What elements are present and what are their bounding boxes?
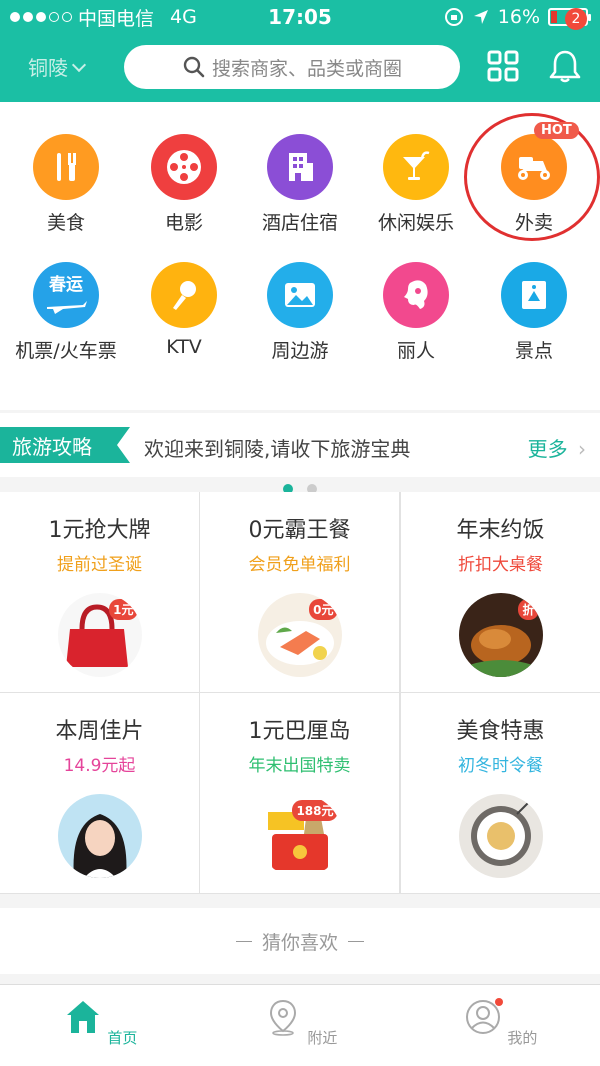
- roast-chicken-icon: 折: [458, 593, 543, 677]
- promo-badge: 折: [518, 599, 539, 620]
- more-label: 更多: [527, 437, 568, 461]
- location-arrow-icon: [473, 10, 488, 24]
- city-name: 铜陵: [28, 56, 68, 80]
- promo-title: 0元霸王餐: [248, 518, 351, 543]
- category-label: 周边游: [271, 340, 329, 362]
- tab-nearby[interactable]: 附近: [240, 997, 360, 1048]
- promo-subtitle: 会员免单福利: [248, 555, 351, 575]
- category-label: 酒店住宿: [261, 212, 338, 234]
- promo-title: 年末约饭: [456, 518, 545, 543]
- promo-badge: 0元: [309, 599, 338, 620]
- woman-head-icon: [383, 262, 449, 328]
- travel-guide-text: 欢迎来到铜陵,请收下旅游宝典: [144, 437, 411, 461]
- red-envelope-icon: 188元: [257, 794, 342, 878]
- ticket-icon: [501, 262, 567, 328]
- fork-knife-icon: [33, 134, 99, 200]
- top-header: 铜陵 搜索商家、品类或商圈: [0, 34, 600, 102]
- orientation-lock-icon: [444, 8, 463, 26]
- promo-badge: 1元: [109, 599, 138, 620]
- travel-guide-bar[interactable]: 旅游攻略 欢迎来到铜陵,请收下旅游宝典 更多 ›: [0, 413, 600, 477]
- tab-home[interactable]: 首页: [40, 997, 160, 1048]
- category-cocktail[interactable]: 休闲娱乐: [356, 134, 476, 235]
- icon-caption: 春运: [49, 275, 83, 295]
- promo-subtitle: 提前过圣诞: [57, 555, 142, 575]
- bell-icon[interactable]: [548, 48, 582, 84]
- category-film-reel[interactable]: 电影: [124, 134, 244, 235]
- promo-title: 美食特惠: [456, 719, 545, 744]
- battery-percent: 16%: [497, 6, 540, 28]
- highlight-circle-annotation: [464, 113, 600, 241]
- category-label: 休闲娱乐: [377, 212, 454, 234]
- promo-title: 本周佳片: [55, 719, 144, 744]
- search-bar[interactable]: 搜索商家、品类或商圈: [124, 45, 460, 89]
- category-label: 景点: [514, 340, 553, 362]
- promo-subtitle: 14.9元起: [63, 756, 136, 776]
- tab-label: 附近: [307, 1029, 338, 1047]
- promo-title: 1元巴厘岛: [248, 719, 351, 744]
- category-ticket[interactable]: 景点: [474, 262, 594, 363]
- chevron-down-icon: [71, 57, 87, 72]
- actress-portrait-icon: [57, 794, 142, 878]
- app-screen: 中国电信 4G 17:05 16% 铜陵 搜索商家、品类或商圈 2 美食 电影 …: [0, 0, 600, 1066]
- film-reel-icon: [151, 134, 217, 200]
- promo-title: 1元抢大牌: [48, 518, 151, 543]
- search-placeholder: 搜索商家、品类或商圈: [211, 57, 402, 80]
- profile-icon: [465, 998, 503, 1034]
- status-bar: 中国电信 4G 17:05 16%: [0, 0, 600, 34]
- scan-qr-icon[interactable]: [487, 50, 519, 82]
- category-fork-knife[interactable]: 美食: [6, 134, 126, 235]
- building-icon: [267, 134, 333, 200]
- home-icon: [66, 1001, 99, 1033]
- promo-card[interactable]: 本周佳片 14.9元起: [0, 693, 199, 893]
- mountain-photo-icon: [267, 262, 333, 328]
- promo-card[interactable]: 1元抢大牌提前过圣诞 1元: [0, 492, 199, 692]
- category-label: 机票/火车票: [15, 340, 117, 362]
- category-plane-ticket[interactable]: 春运机票/火车票: [6, 262, 126, 363]
- guess-you-like-header: 猜你喜欢: [0, 908, 600, 974]
- red-handbag-icon: 1元: [57, 593, 142, 677]
- category-mountain-photo[interactable]: 周边游: [240, 262, 360, 363]
- promo-subtitle: 折扣大桌餐: [458, 555, 543, 575]
- chevron-right-icon: ›: [578, 437, 586, 461]
- category-label: 丽人: [396, 340, 435, 362]
- microphone-icon: [151, 262, 217, 328]
- plane-ticket-icon: 春运: [33, 262, 99, 328]
- notification-badge: 2: [565, 8, 587, 30]
- location-pin-icon: [269, 999, 296, 1036]
- category-woman-head[interactable]: 丽人: [356, 262, 476, 363]
- guess-you-like-label: 猜你喜欢: [261, 931, 338, 954]
- promo-badge: 188元: [292, 800, 338, 821]
- divider-dash: [348, 940, 364, 942]
- promo-card[interactable]: 美食特惠 初冬时令餐: [401, 693, 600, 893]
- category-building[interactable]: 酒店住宿: [240, 134, 360, 235]
- promo-card[interactable]: 年末约饭折扣大桌餐折: [401, 492, 600, 692]
- bottom-tab-bar: 首页 附近 我的: [0, 984, 600, 1066]
- promo-subtitle: 年末出国特卖: [248, 756, 351, 776]
- pasta-plate-icon: [458, 794, 543, 878]
- hot-badge: HOT: [534, 122, 579, 139]
- promo-grid: 1元抢大牌提前过圣诞 1元 0元霸王餐会员免单福利 0元 年末约饭折扣大桌餐折本周佳片 1…: [0, 492, 600, 894]
- tab-mine[interactable]: 我的: [440, 997, 560, 1048]
- city-selector[interactable]: 铜陵: [28, 52, 87, 81]
- category-microphone[interactable]: KTV: [124, 262, 244, 358]
- category-label: 电影: [164, 212, 203, 234]
- more-link[interactable]: 更多 ›: [528, 433, 586, 462]
- tab-label: 首页: [107, 1029, 138, 1047]
- promo-subtitle: 初冬时令餐: [458, 756, 543, 776]
- travel-guide-tag: 旅游攻略: [0, 427, 130, 463]
- category-label: 美食: [46, 212, 85, 234]
- cocktail-icon: [383, 134, 449, 200]
- tab-label: 我的: [507, 1029, 538, 1047]
- category-label: KTV: [166, 336, 202, 358]
- promo-card[interactable]: 0元霸王餐会员免单福利 0元: [200, 492, 399, 692]
- promo-card[interactable]: 1元巴厘岛年末出国特卖 188元: [200, 693, 399, 893]
- search-icon: [183, 56, 205, 78]
- divider-dash: [235, 940, 252, 942]
- salmon-plate-icon: 0元: [257, 593, 342, 677]
